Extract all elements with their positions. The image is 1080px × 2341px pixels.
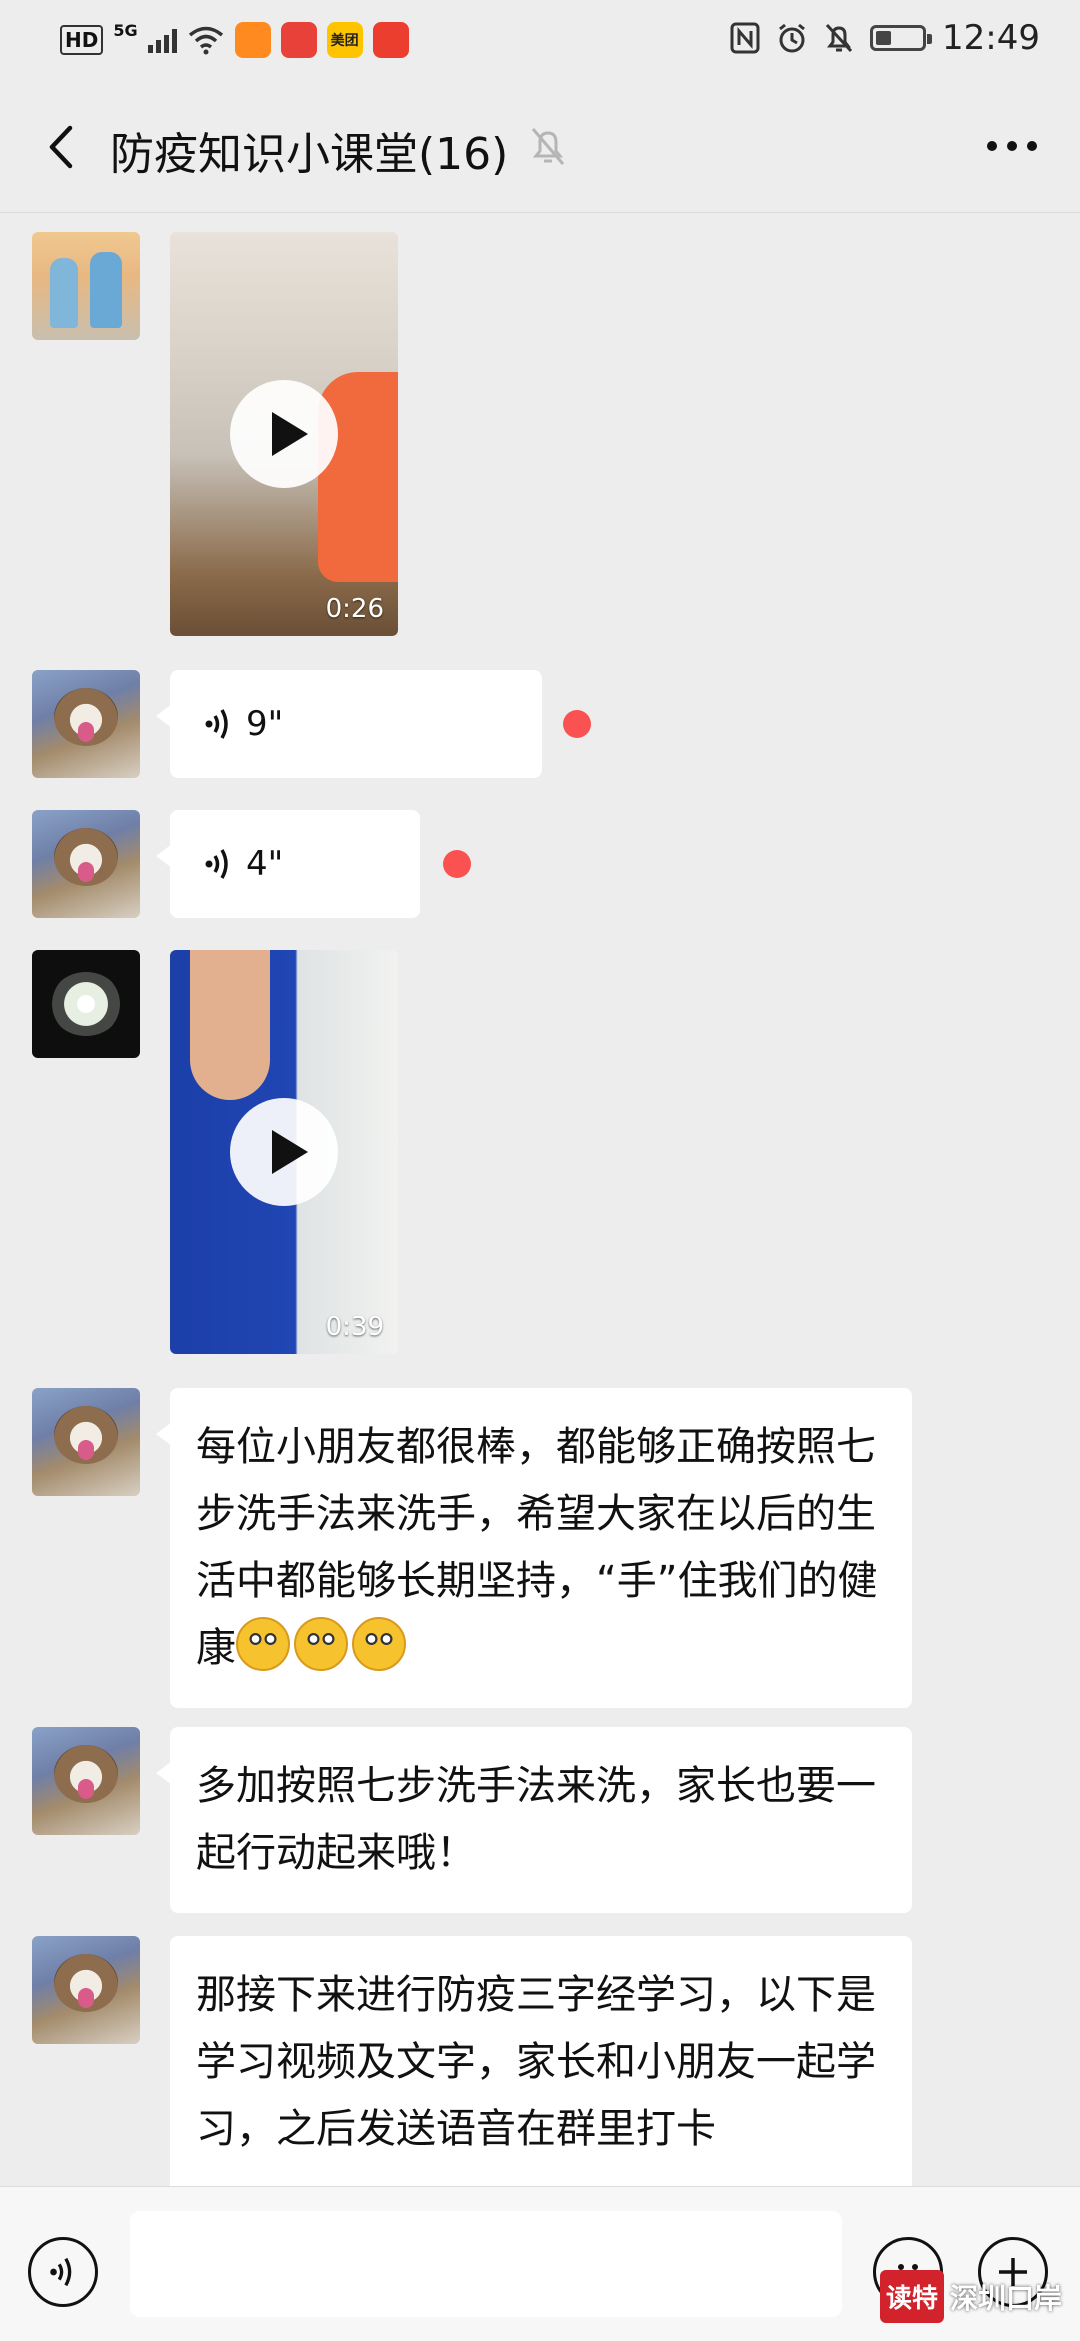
avatar[interactable] <box>32 1936 140 2044</box>
emoji-icon <box>294 1617 348 1671</box>
message-input[interactable] <box>130 2211 842 2317</box>
chat-input-bar: 读特 深圳口岸 <box>0 2186 1080 2341</box>
message-text: 那接下来进行防疫三字经学习，以下是学习视频及文字，家长和小朋友一起学习，之后发送… <box>196 1972 876 2152</box>
more-options-icon[interactable] <box>984 138 1040 154</box>
meituan-app-icon: 美团 <box>326 22 363 58</box>
message-text: 多加按照七步洗手法来洗，家长也要一起行动起来哦！ <box>196 1763 876 1876</box>
chat-header: 防疫知识小课堂(16) <box>0 80 1080 213</box>
emoji-icon <box>352 1617 406 1671</box>
hd-icon: HD <box>60 25 104 55</box>
taobao-app-icon <box>234 22 271 58</box>
video-message[interactable]: 0:26 <box>170 232 398 636</box>
battery-level <box>876 31 892 45</box>
watermark-text: 深圳口岸 <box>949 2281 1062 2315</box>
chat-title: 防疫知识小课堂(16) <box>110 129 509 180</box>
shop-app-icon <box>372 22 409 58</box>
video-thumbnail <box>190 950 270 1100</box>
alarm-icon <box>779 23 805 53</box>
mute-bell-icon <box>531 128 565 165</box>
wifi-icon <box>188 26 223 55</box>
watermark: 读特 深圳口岸 <box>879 2270 1062 2323</box>
text-message-bubble[interactable]: 多加按照七步洗手法来洗，家长也要一起行动起来哦！ <box>156 1727 912 1913</box>
emoji-icon <box>236 1617 290 1671</box>
status-time: 12:49 <box>942 18 1040 58</box>
status-right: 12:49 <box>730 18 1040 58</box>
network-type: 5G <box>113 20 138 40</box>
avatar[interactable] <box>32 810 140 918</box>
avatar[interactable] <box>32 1727 140 1835</box>
back-arrow-icon[interactable] <box>40 122 84 172</box>
voice-message-bubble[interactable]: 4" <box>156 810 420 918</box>
avatar[interactable] <box>32 950 140 1058</box>
watermark-logo: 读特 <box>879 2270 944 2323</box>
bell-off-icon <box>825 23 853 53</box>
video-duration: 0:26 <box>325 594 384 624</box>
play-icon[interactable] <box>230 380 338 488</box>
reader-app-icon <box>280 22 317 58</box>
nfc-icon <box>730 22 760 54</box>
avatar[interactable] <box>32 1388 140 1496</box>
signal-icon <box>147 27 177 53</box>
voice-length: 9" <box>246 704 284 744</box>
status-left: HD 5G 美团 <box>60 20 409 58</box>
voice-input-button[interactable] <box>28 2237 98 2307</box>
avatar[interactable] <box>32 232 140 340</box>
voice-wave-icon <box>205 849 228 879</box>
status-bar: HD 5G 美团 12:49 <box>0 0 1080 80</box>
voice-icon <box>50 2257 72 2287</box>
text-message-bubble[interactable]: 每位小朋友都很棒，都能够正确按照七步洗手法来洗手，希望大家在以后的生活中都能够长… <box>156 1388 912 1708</box>
video-thumbnail <box>318 372 398 582</box>
battery-icon <box>870 25 933 51</box>
unread-dot <box>563 710 591 738</box>
voice-length: 4" <box>246 844 284 884</box>
unread-dot <box>443 850 471 878</box>
video-message[interactable]: 0:39 <box>170 950 398 1354</box>
voice-wave-icon <box>205 709 228 739</box>
play-icon[interactable] <box>230 1098 338 1206</box>
avatar[interactable] <box>32 670 140 778</box>
video-duration: 0:39 <box>325 1312 384 1342</box>
voice-message-bubble[interactable]: 9" <box>156 670 542 778</box>
